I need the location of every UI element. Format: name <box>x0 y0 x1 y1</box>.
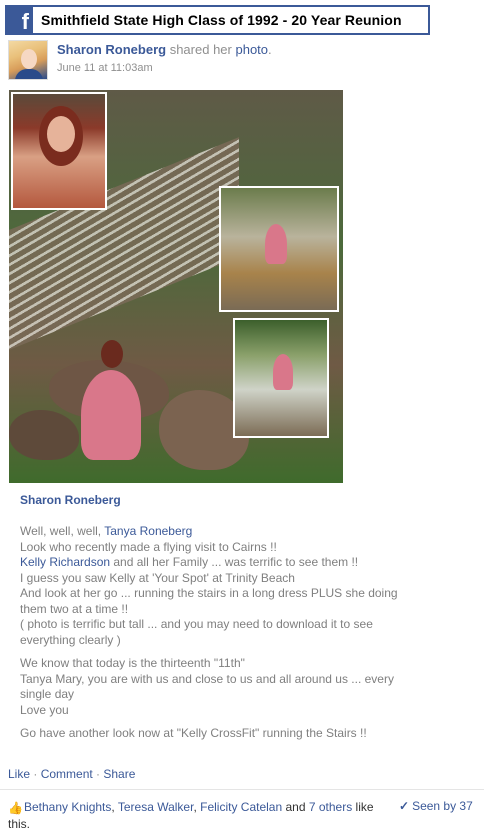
runner-figure <box>265 224 287 264</box>
caption-line: Tanya Mary, you are with us and close to… <box>20 671 394 702</box>
divider <box>0 789 484 790</box>
liker-link[interactable]: Bethany Knights <box>24 800 111 814</box>
seen-by[interactable]: ✓ Seen by 37 <box>399 799 473 813</box>
caption-line: Go have another look now at "Kelly Cross… <box>20 726 367 740</box>
photo-link[interactable]: photo <box>235 42 268 57</box>
comment-link[interactable]: Comment <box>41 767 93 781</box>
liker-link[interactable]: Felicity Catelan <box>200 800 282 814</box>
share-link[interactable]: Share <box>103 767 135 781</box>
period: . <box>268 42 272 57</box>
inset-photo-running <box>219 186 339 312</box>
avatar-body <box>15 69 43 79</box>
caption-line: And look at her go ... running the stair… <box>20 586 398 616</box>
post-photo[interactable] <box>9 90 343 483</box>
caption-paragraph-1: Well, well, well, Tanya Roneberg Look wh… <box>20 524 420 648</box>
mention-link[interactable]: Tanya Roneberg <box>104 524 192 538</box>
like-link[interactable]: Like <box>8 767 30 781</box>
avatar[interactable] <box>8 40 48 80</box>
author-name-link[interactable]: Sharon Roneberg <box>57 42 166 57</box>
caption-line: Look who recently made a flying visit to… <box>20 539 277 554</box>
woman-figure <box>81 370 141 460</box>
portrait-face <box>47 116 75 152</box>
likes-summary: 👍Bethany Knights, Teresa Walker, Felicit… <box>8 800 374 831</box>
inset-photo-portrait <box>11 92 107 210</box>
group-title[interactable]: Smithfield State High Class of 1992 - 20… <box>41 12 402 28</box>
author-line: Sharon Roneberg shared her photo. <box>57 42 272 57</box>
post-caption: Sharon Roneberg Well, well, well, Tanya … <box>20 493 420 750</box>
caption-paragraph-3: Go have another look now at "Kelly Cross… <box>20 726 420 742</box>
post-actions: Like · Comment · Share <box>8 767 135 781</box>
others-link[interactable]: 7 others <box>309 800 352 814</box>
inset-photo-stairs <box>233 318 329 438</box>
author-meta: Sharon Roneberg shared her photo. June 1… <box>57 40 272 80</box>
rock-graphic <box>9 410 79 460</box>
caption-author-link[interactable]: Sharon Roneberg <box>20 493 420 507</box>
separator: · <box>92 767 104 781</box>
group-header: f Smithfield State High Class of 1992 - … <box>5 5 430 35</box>
facebook-logo-icon: f <box>7 7 33 33</box>
shared-text: shared her <box>169 42 232 57</box>
caption-text: and all her Family ... was terrific to s… <box>110 555 359 569</box>
caption-line: We know that today is the thirteenth "11… <box>20 656 245 670</box>
runner-figure <box>273 354 293 390</box>
thumbs-up-icon: 👍 <box>8 801 23 815</box>
caption-paragraph-2: We know that today is the thirteenth "11… <box>20 656 420 718</box>
post-author-row: Sharon Roneberg shared her photo. June 1… <box>8 40 272 80</box>
caption-line: I guess you saw Kelly at 'Your Spot' at … <box>20 570 295 585</box>
post-timestamp[interactable]: June 11 at 11:03am <box>57 62 272 74</box>
caption-line: Love you <box>20 702 69 717</box>
mention-link[interactable]: Kelly Richardson <box>20 555 110 569</box>
separator: · <box>30 767 41 781</box>
check-icon: ✓ <box>399 799 410 813</box>
caption-text: Well, well, well, <box>20 524 105 538</box>
caption-line: ( photo is terrific but tall ... and you… <box>20 617 373 647</box>
liker-link[interactable]: Teresa Walker <box>118 800 194 814</box>
likes-and: and <box>282 800 309 814</box>
woman-head <box>101 340 123 368</box>
seen-label: Seen by 37 <box>412 799 473 813</box>
avatar-face <box>21 49 37 69</box>
